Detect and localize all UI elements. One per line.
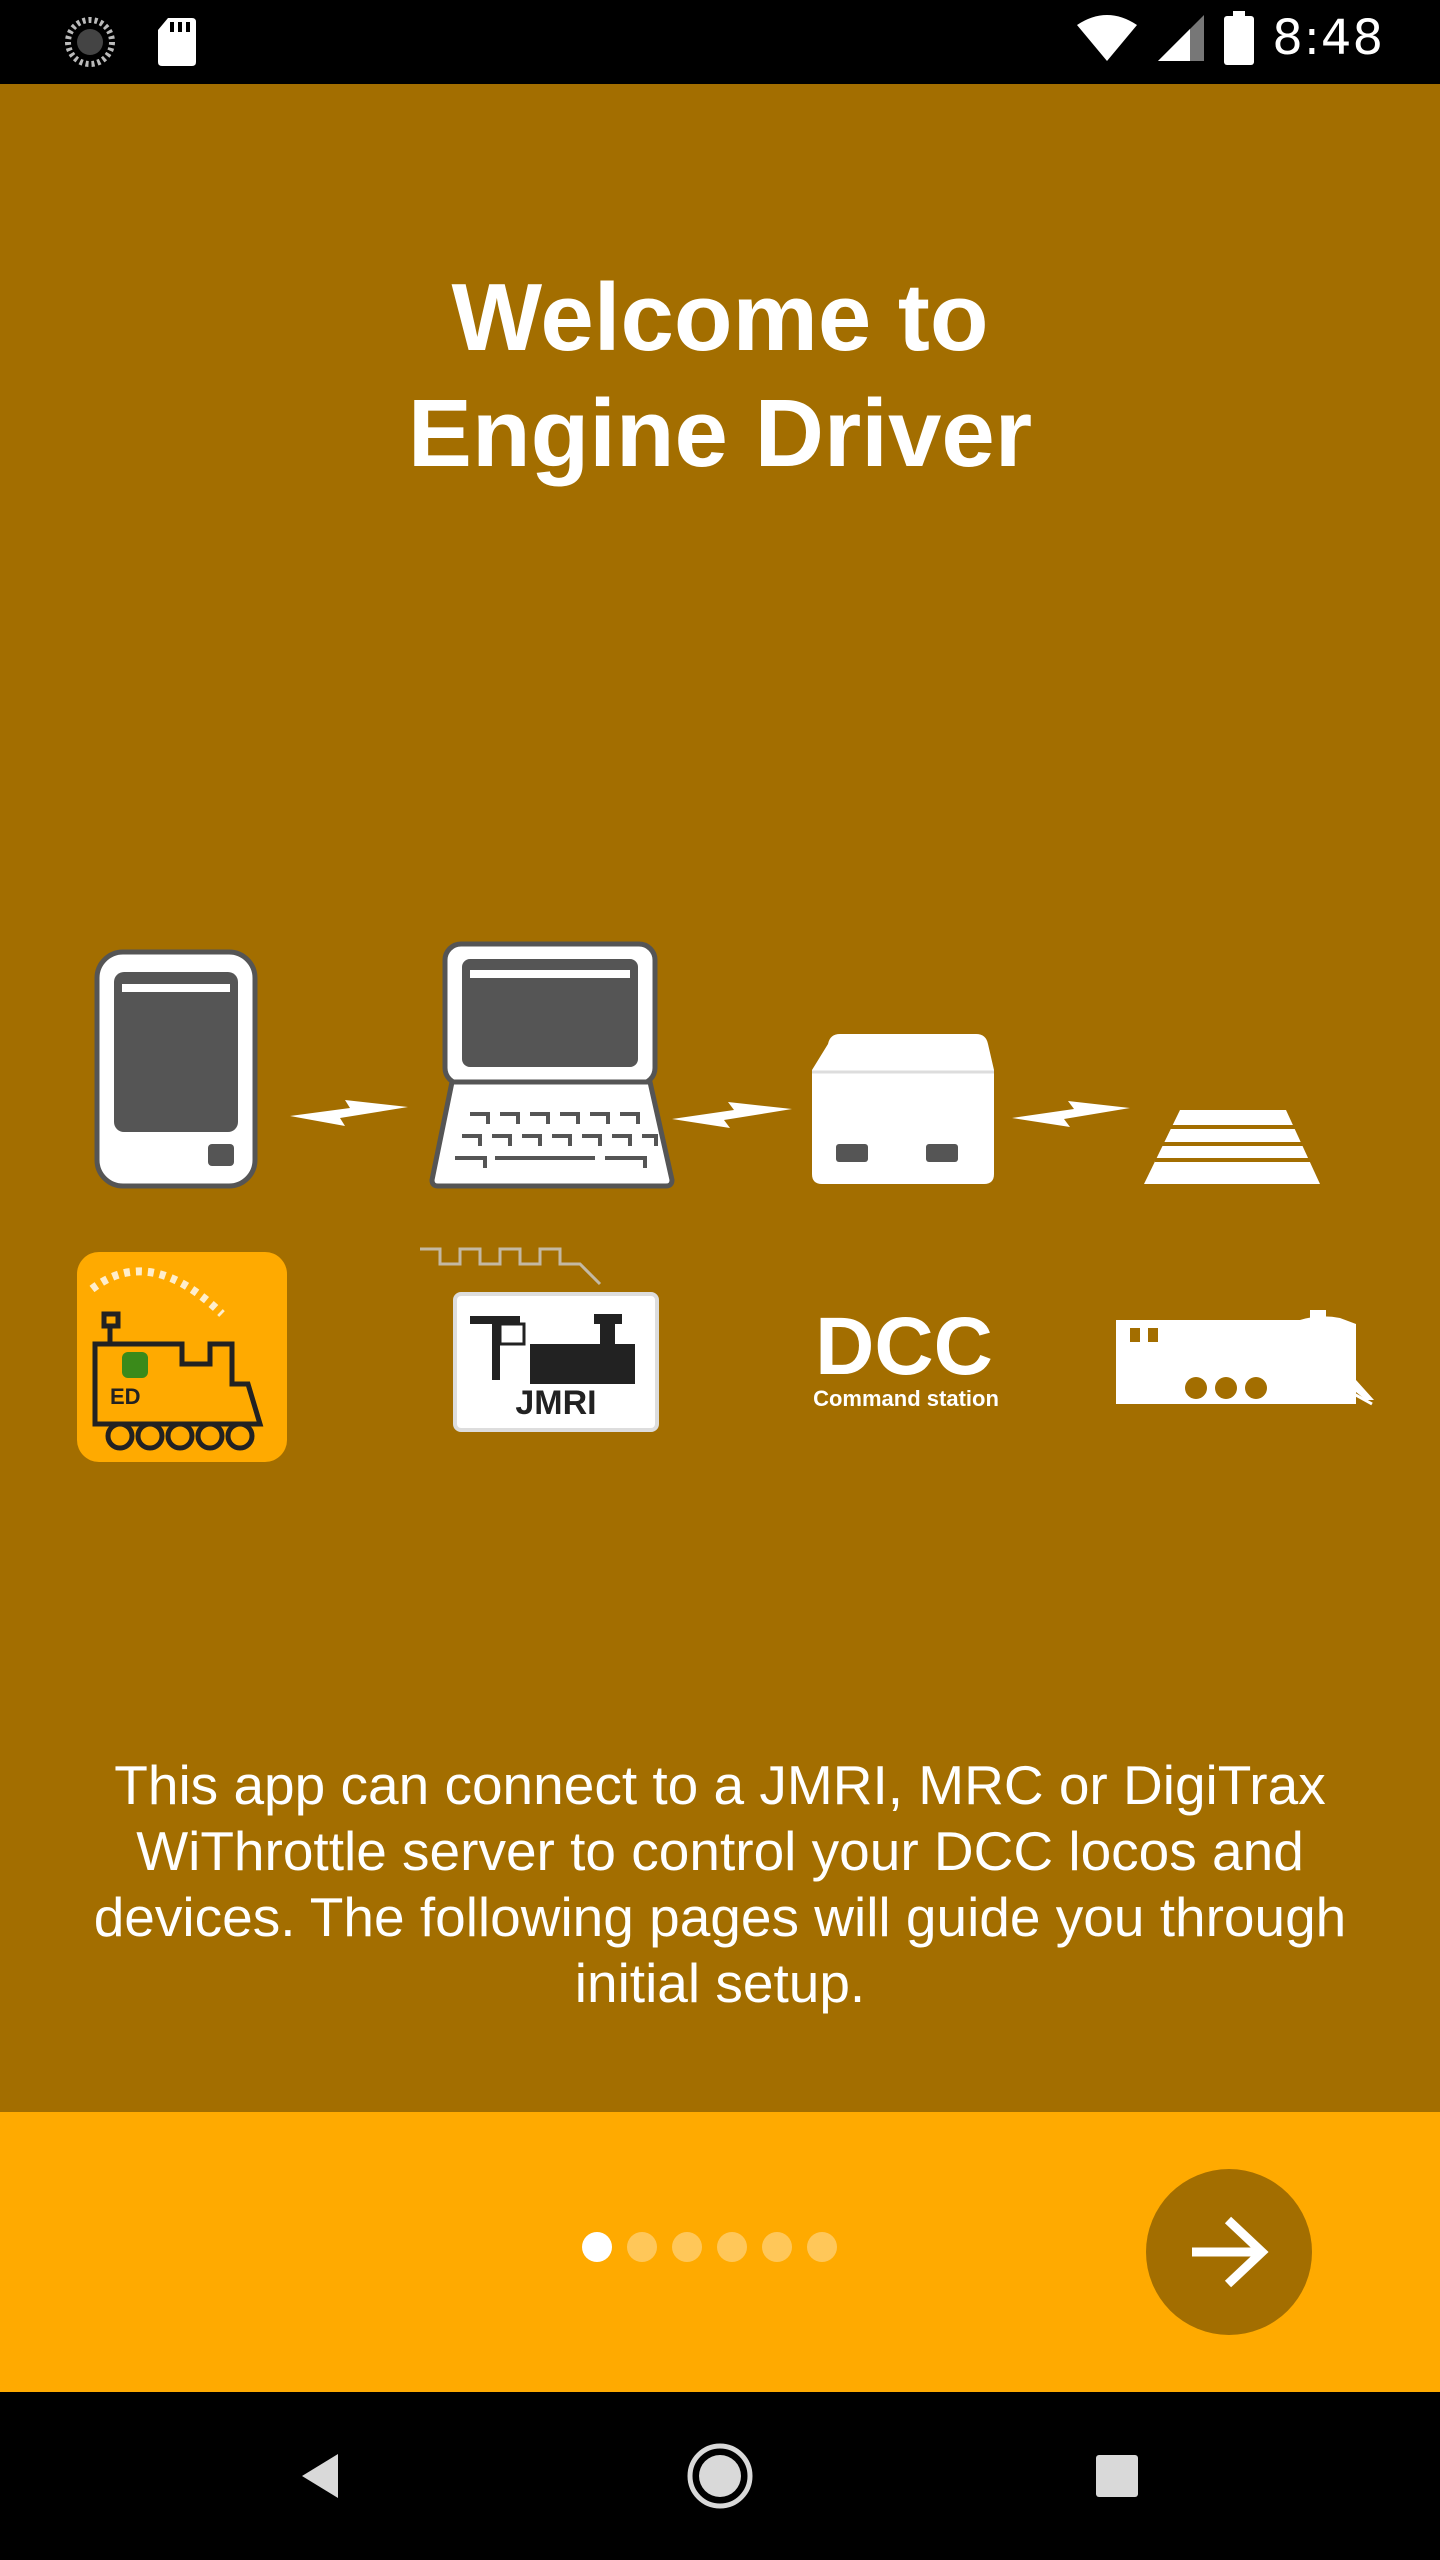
intro-footer: [0, 2112, 1440, 2392]
connection-illustration: ED JMRI DCC Command station: [77, 941, 1374, 1462]
title-line-1: Welcome to: [451, 264, 989, 371]
lightning-icon: [1012, 1101, 1130, 1127]
phone-icon: [94, 949, 258, 1189]
back-icon: [302, 2454, 338, 2498]
next-button[interactable]: [1146, 2169, 1312, 2335]
wifi-icon: [1077, 15, 1138, 61]
intro-description: This app can connect to a JMRI, MRC or D…: [93, 1754, 1347, 2014]
jmri-label: JMRI: [515, 1384, 596, 1422]
cell-signal-icon: [1158, 15, 1205, 61]
ed-label: ED: [110, 1384, 141, 1409]
track-icon: [1144, 1110, 1320, 1184]
battery-icon: [1224, 11, 1255, 65]
recents-button[interactable]: [1077, 2436, 1157, 2516]
arrow-right-icon: [1192, 2216, 1269, 2288]
lightning-icon: [290, 1100, 408, 1126]
home-icon: [687, 2443, 753, 2509]
dcc-logo: DCC Command station: [813, 1301, 999, 1411]
page-indicator: [582, 2232, 837, 2262]
intro-page: Welcome to Engine Driver ED JMRI DCC Com…: [0, 84, 1440, 2112]
engine-driver-logo: ED: [77, 1252, 287, 1462]
page-dot-6[interactable]: [807, 2232, 837, 2262]
dcc-label: DCC: [815, 1301, 993, 1392]
back-button[interactable]: [280, 2436, 360, 2516]
page-dot-4[interactable]: [717, 2232, 747, 2262]
sd-card-icon: [158, 18, 196, 66]
locomotive-icon: [1116, 1310, 1374, 1406]
computer-icon: [429, 941, 675, 1189]
status-bar: 8:48: [0, 0, 1440, 84]
page-dot-2[interactable]: [627, 2232, 657, 2262]
screen: 8:48 Welcome to Engine Driver ED JMRI DC…: [0, 0, 1440, 2560]
status-time: 8:48: [1272, 10, 1384, 66]
command-station-label: Command station: [813, 1386, 999, 1411]
page-title: Welcome to Engine Driver: [0, 260, 1440, 492]
sync-icon: [65, 17, 115, 67]
jmri-logo: JMRI: [420, 1247, 659, 1432]
page-dot-3[interactable]: [672, 2232, 702, 2262]
recents-icon: [1096, 2455, 1138, 2497]
command-station-icon: [812, 1034, 994, 1184]
title-line-2: Engine Driver: [407, 380, 1033, 487]
page-dot-5[interactable]: [762, 2232, 792, 2262]
page-dot-1[interactable]: [582, 2232, 612, 2262]
system-nav-bar: [0, 2392, 1440, 2560]
home-button[interactable]: [680, 2436, 760, 2516]
lightning-icon: [672, 1102, 792, 1128]
